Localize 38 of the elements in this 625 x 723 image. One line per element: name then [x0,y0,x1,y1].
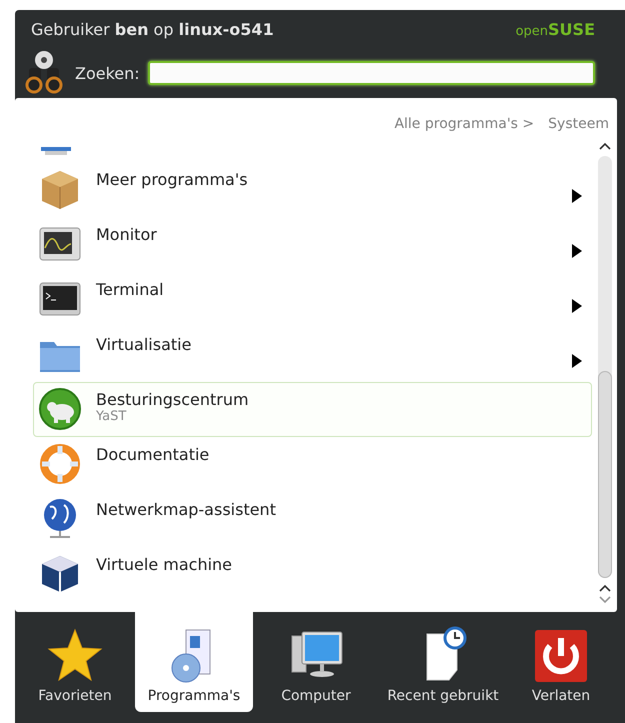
item-title: Virtualisatie [96,335,192,354]
scroll-up-icon[interactable] [598,582,612,594]
menu-item[interactable]: Terminal [33,272,592,327]
menu-tab[interactable]: Programma's [135,612,253,712]
submenu-arrow-icon [571,299,583,313]
item-title: Besturingscentrum [96,390,250,409]
menu-item-highlighted[interactable]: Besturingscentrum YaST [33,382,592,437]
menu-item[interactable]: Monitor [33,217,592,272]
menu-item[interactable]: Virtualisatie [33,327,592,382]
menu-tab[interactable]: Computer [253,612,379,712]
item-title: Terminal [96,280,165,299]
menu-tab[interactable]: Recent gebruikt [379,612,507,712]
item-title: Monitor [96,225,158,244]
submenu-arrow-icon [571,354,583,368]
scrollbar-thumb[interactable] [598,371,612,578]
scrollbar-track[interactable] [598,156,612,578]
item-title: Documentatie [96,445,210,464]
monitor-icon [41,147,71,155]
user-host-title: Gebruiker ben op linux-o541 [31,20,274,38]
search-label: Zoeken: [75,64,140,82]
submenu-arrow-icon [571,244,583,258]
item-title: Virtuele machine [96,555,234,574]
breadcrumb-link[interactable]: Alle programma's > [394,116,534,132]
item-subtitle: YaST [96,409,128,424]
scroll-up-icon[interactable] [598,140,612,152]
item-title: Netwerkmap-assistent [96,500,277,519]
menu-item[interactable]: Virtuele machine [33,547,592,602]
submenu-arrow-icon [571,189,583,203]
menu-tab[interactable]: Verlaten [507,612,615,712]
search-field[interactable] [148,61,595,85]
breadcrumb-link[interactable]: Systeem [548,116,609,132]
menu-item[interactable]: Documentatie [33,437,592,492]
menu-item[interactable]: Meer programma's [33,162,592,217]
opensuse-logo: openSUSE [516,20,595,38]
item-title: Meer programma's [96,170,249,189]
menu-tab[interactable]: Favorieten [15,612,135,712]
menu-item[interactable]: Netwerkmap-assistent [33,492,592,547]
lifebuoy-icon [38,442,82,486]
